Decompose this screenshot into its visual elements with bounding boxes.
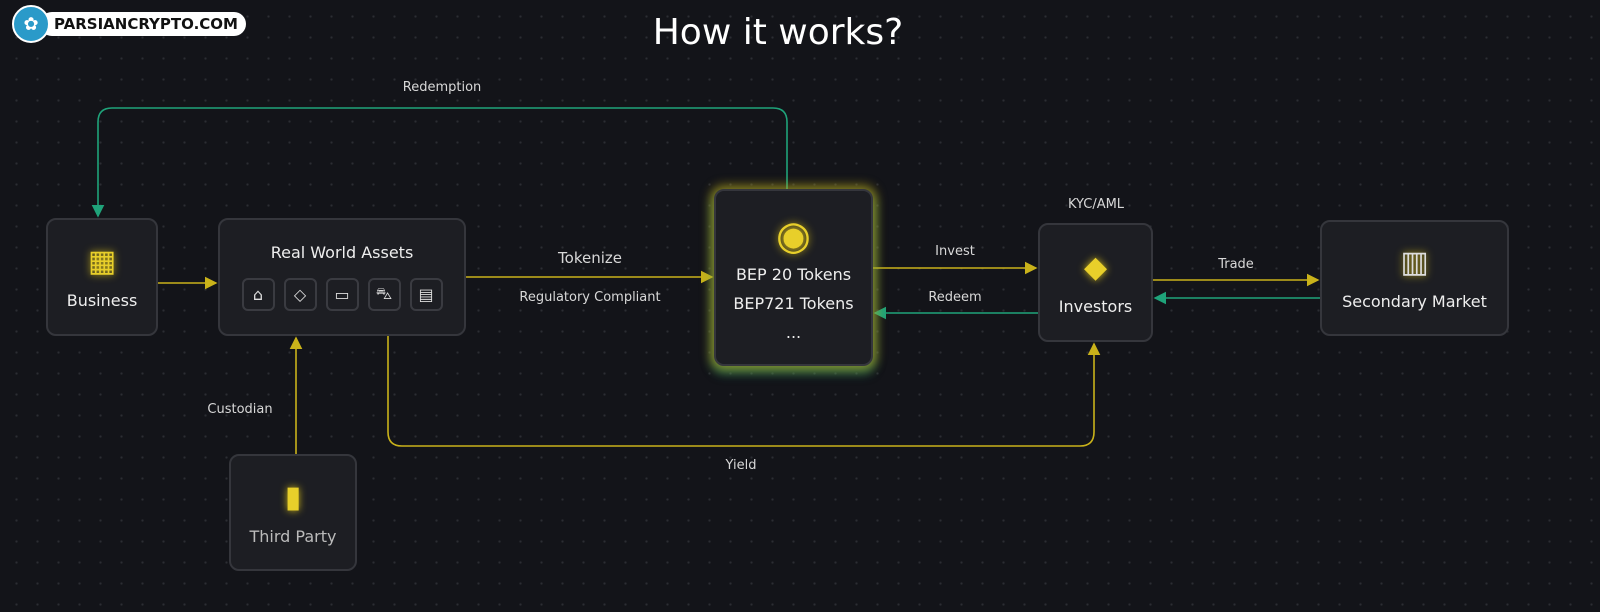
kyc-label: KYC/AML <box>1067 197 1125 212</box>
market-icon: ▥ <box>1400 245 1429 280</box>
more-label: ... <box>785 323 802 342</box>
third-party-label: Third Party <box>249 526 337 546</box>
car-icon: ⛍ <box>367 278 401 311</box>
investor-icon: ◆ <box>1083 249 1108 285</box>
bep721-label: BEP721 Tokens <box>733 294 854 313</box>
house-icon: ⌂ <box>241 278 275 311</box>
bep20-label: BEP 20 Tokens <box>735 265 852 284</box>
ticket-icon: ▭ <box>325 278 359 311</box>
invest-label: Invest <box>935 244 975 259</box>
page-title: How it works? <box>652 12 904 53</box>
secondary-market-node: ▥ Secondary Market <box>1320 220 1509 336</box>
document-icon: ▤ <box>409 278 443 311</box>
logo-text: PARSIANCRYPTO.COM <box>40 12 246 36</box>
redemption-line <box>91 107 788 218</box>
third-party-node: ▮ Third Party <box>229 454 357 571</box>
site-logo[interactable]: ✿ PARSIANCRYPTO.COM <box>12 5 246 43</box>
business-label: Business <box>66 291 138 310</box>
bnb-coin-icon: ◉ <box>776 213 811 259</box>
secondary-market-label: Secondary Market <box>1342 292 1487 311</box>
tree-icon: ✿ <box>12 5 50 43</box>
tokens-node: ◉ BEP 20 Tokens BEP721 Tokens ... <box>714 189 873 366</box>
trade-label: Trade <box>1218 257 1254 272</box>
vault-icon: ▮ <box>284 479 302 515</box>
yield-label: Yield <box>725 458 757 473</box>
investors-label: Investors <box>1058 296 1133 316</box>
business-node: ▦ Business <box>46 218 158 336</box>
redeem-label: Redeem <box>928 290 982 305</box>
diamond-icon: ◇ <box>283 278 317 311</box>
rwa-node: Real World Assets ⌂ ◇ ▭ ⛍ ▤ <box>218 218 466 336</box>
redemption-label: Redemption <box>402 80 482 95</box>
tokenize-label: Tokenize <box>558 249 622 267</box>
regulatory-label: Regulatory Compliant <box>519 290 661 305</box>
building-icon: ▦ <box>87 244 117 279</box>
investors-node: ◆ Investors <box>1038 223 1153 342</box>
rwa-label: Real World Assets <box>270 243 414 262</box>
custodian-label: Custodian <box>207 402 273 417</box>
